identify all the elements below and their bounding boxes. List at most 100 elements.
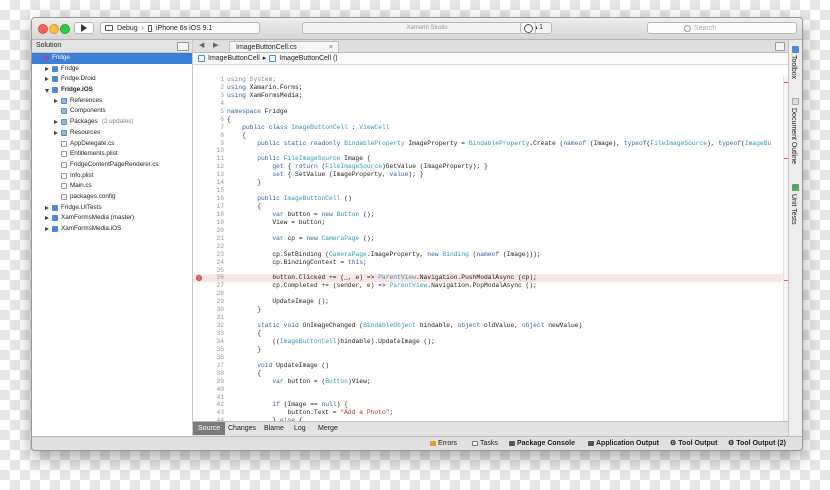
solution-tree-item[interactable]: XamFormsMedia.iOS [32,224,192,235]
code-line[interactable]: 12 get { return (FileImageSource)GetValu… [193,163,788,171]
source-tab-merge[interactable]: Merge [313,422,343,435]
code-line[interactable]: 28 [193,290,788,298]
tab-options-button[interactable] [775,42,785,51]
code-line[interactable]: 6{ [193,116,788,124]
solution-tree-item[interactable]: XamFormsMedia (master) [32,213,192,224]
errors-pad-button[interactable]: Errors [430,437,457,450]
disclosure-collapsed-icon[interactable] [45,66,49,71]
code-line[interactable]: 2 using Xamarin.Forms; [193,84,788,92]
code-line[interactable]: 30 } [193,306,788,314]
solution-tree-item[interactable]: Info.plist [32,171,192,182]
disclosure-collapsed-icon[interactable] [45,77,49,82]
zoom-window-button[interactable] [60,24,70,34]
code-line[interactable]: 26 button.Clicked += (_, e) => ParentVie… [193,274,788,283]
code-line[interactable]: 35 } [193,346,788,354]
solution-tree-item[interactable]: Fridge.UITests [32,203,192,214]
code-line[interactable]: 24 cp.BindingContext = this; [193,259,788,267]
code-line[interactable]: 15 [193,187,788,195]
disclosure-collapsed-icon[interactable] [54,98,58,103]
source-tab-changes[interactable]: Changes [223,422,261,435]
run-button[interactable] [74,22,94,34]
unit-tests-pad-tab[interactable]: Unit Tests [790,194,797,225]
code-line[interactable]: 43 button.Text = "Add a Photo"; [193,409,788,417]
document-tab[interactable]: ImageButtonCell.cs × [229,41,339,52]
tool-output-2-pad-button[interactable]: ⚙ Tool Output (2) [728,437,786,450]
breadcrumb-member[interactable]: ImageButtonCell () [279,53,337,64]
close-tab-icon[interactable]: × [329,42,333,53]
close-window-button[interactable] [38,24,48,34]
disclosure-collapsed-icon[interactable] [45,216,49,221]
code-line[interactable]: 18 var button = new Button (); [193,211,788,219]
line-number: 42 [216,401,224,409]
search-field[interactable]: Search [647,22,797,34]
code-line[interactable]: 19 View = button; [193,219,788,227]
package-console-pad-button[interactable]: Package Console [509,437,575,450]
nav-forward-icon[interactable]: ▶ [213,42,218,49]
disclosure-collapsed-icon[interactable] [54,120,58,125]
solution-tree-item[interactable]: FridgeContentPageRenderer.cs [32,160,192,171]
code-line[interactable]: 42 if (Image == null) { [193,401,788,409]
code-line[interactable]: 13 set { SetValue (ImageProperty, value)… [193,171,788,179]
code-line[interactable]: 16 public ImageButtonCell () [193,195,788,203]
disclosure-collapsed-icon[interactable] [45,227,49,231]
solution-tree-item[interactable]: Fridge [32,64,192,75]
tasks-pad-button[interactable]: Tasks [472,437,498,450]
code-line[interactable]: 21 var cp = new CameraPage (); [193,235,788,243]
minimize-window-button[interactable] [49,24,59,34]
code-line[interactable]: 37 void UpdateImage () [193,362,788,370]
solution-tree-item[interactable]: Fridge.Droid [32,74,192,85]
code-line[interactable]: 7 public class ImageButtonCell : ViewCel… [193,124,788,132]
code-line[interactable]: 22 [193,243,788,251]
solution-tree-item[interactable]: AppDelegate.cs [32,139,192,150]
disclosure-collapsed-icon[interactable] [45,205,49,210]
code-line[interactable]: 32 static void OnImageChanged (BindableO… [193,322,788,330]
tool-output-pad-button[interactable]: ⚙ Tool Output [670,437,717,450]
code-line[interactable]: 10 [193,147,788,155]
nav-back-icon[interactable]: ◀ [199,42,204,49]
source-tab-source[interactable]: Source [193,422,226,435]
code-line[interactable]: 38 { [193,370,788,378]
code-line[interactable]: 4 [193,100,788,108]
solution-tree-item[interactable]: Fridge [32,53,192,64]
code-line[interactable]: 14 } [193,179,788,187]
pad-options-button[interactable] [177,42,189,51]
code-line[interactable]: 36 [193,354,788,362]
code-line[interactable]: 41 [193,394,788,402]
code-line[interactable]: 20 [193,227,788,235]
code-line[interactable]: 9 public static readonly BindablePropert… [193,140,788,148]
solution-tree-item[interactable]: Fridge.iOS [32,85,192,96]
code-line[interactable]: 8 { [193,132,788,140]
toolbox-pad-tab[interactable]: Toolbox [790,55,797,79]
disclosure-expanded-icon[interactable] [45,89,49,94]
code-line[interactable]: 29 UpdateImage (); [193,298,788,306]
code-line[interactable]: 31 [193,314,788,322]
code-line[interactable]: 40 [193,386,788,394]
run-configuration-selector[interactable]: Debug › iPhone 6s iOS 9.1 [100,22,260,34]
code-line[interactable]: 34 ((ImageButtonCell)bindable).UpdateIma… [193,338,788,346]
document-outline-pad-tab[interactable]: Document Outline [790,108,797,164]
code-line[interactable]: 5 namespace Fridge [193,108,788,116]
code-editor[interactable]: 1 using System; 2 using Xamarin.Forms; 3 usin… [193,76,788,422]
solution-tree-item[interactable]: Packages (2 updates) [32,117,192,128]
code-line[interactable]: 1 using System; [193,76,788,84]
code-line[interactable]: 25 [193,267,788,275]
source-tab-log[interactable]: Log [289,422,311,435]
code-line[interactable]: 23 cp.SetBinding (CameraPage.ImageProper… [193,251,788,259]
code-line[interactable]: 3 using XamFormsMedia; [193,92,788,100]
code-line[interactable]: 17 { [193,203,788,211]
solution-tree-item[interactable]: packages.config [32,192,192,203]
breadcrumb-class[interactable]: ImageButtonCell [208,53,260,64]
source-tab-blame[interactable]: Blame [259,422,289,435]
solution-tree-item[interactable]: References [32,96,192,107]
solution-tree-item[interactable]: Main.cs [32,181,192,192]
code-line[interactable]: 33 { [193,330,788,338]
code-line[interactable]: 11 public FileImageSource Image { [193,155,788,163]
code-line[interactable]: 39 var button = (Button)View; [193,378,788,386]
solution-tree-item[interactable]: Entitlements.plist [32,149,192,160]
info-button[interactable] [520,22,536,34]
code-line[interactable]: 27 cp.Completed += (sender, e) => Parent… [193,282,788,290]
solution-tree-item[interactable]: Resources [32,128,192,139]
disclosure-collapsed-icon[interactable] [54,130,58,135]
application-output-pad-button[interactable]: Application Output [588,437,659,450]
solution-tree-item[interactable]: Components [32,106,192,117]
